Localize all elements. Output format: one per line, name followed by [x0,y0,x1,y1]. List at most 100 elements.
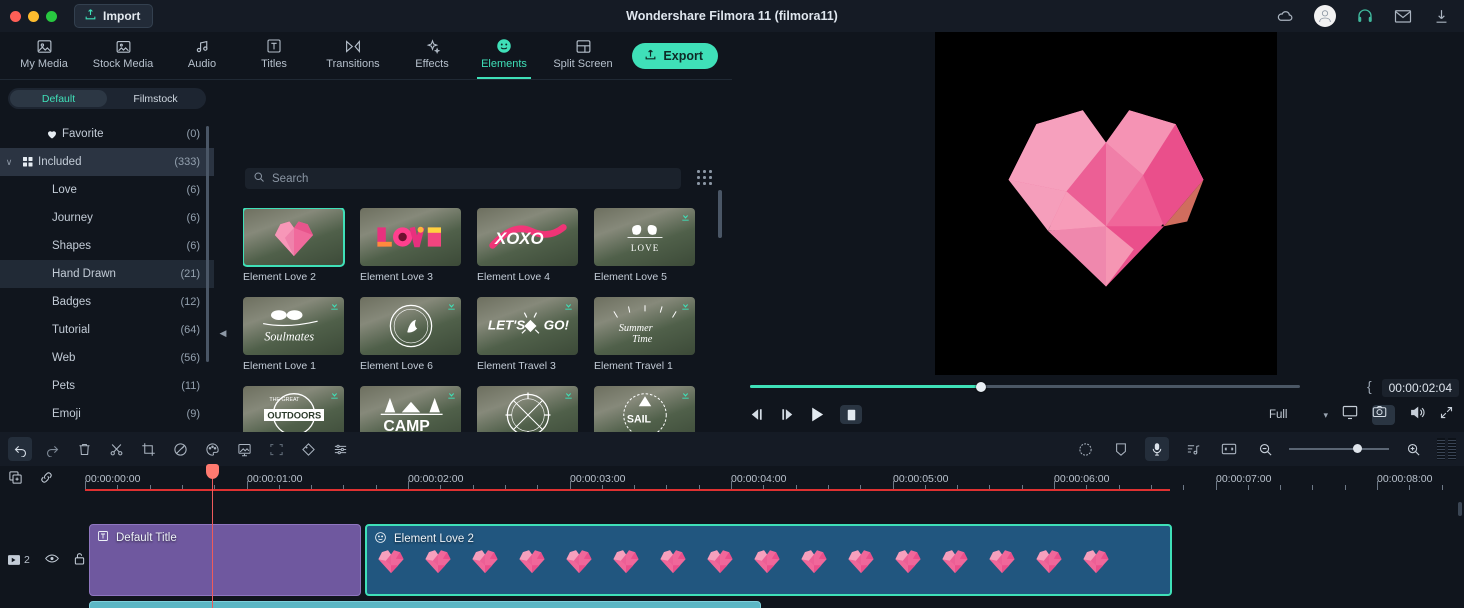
category-included[interactable]: ∨ Included (333) [0,148,214,176]
snapshot-icon[interactable] [1372,405,1395,425]
minimize-button[interactable] [28,10,39,22]
segment-filmstock[interactable]: Filmstock [107,90,204,107]
download-icon[interactable] [563,300,574,311]
download-icon[interactable] [329,389,340,400]
timeline-ruler[interactable]: 00:00:00:00 00:00:01:00 00:00:02:00 00:0… [85,466,1464,498]
download-icon[interactable] [680,389,691,400]
next-frame-button[interactable] [780,408,794,421]
collapse-panel-handle[interactable]: ◀ [218,325,228,341]
category-emoji[interactable]: Emoji (9) [0,400,214,428]
avatar[interactable] [1314,5,1336,27]
element-card[interactable]: LET'S GO! Element Travel 3 [477,297,578,372]
eye-icon[interactable] [44,553,59,567]
import-button[interactable]: Import [74,4,154,28]
timeline-clip-audio[interactable] [89,601,761,608]
audio-detach-icon[interactable] [1181,437,1205,461]
maximize-button[interactable] [46,10,57,22]
chevron-down-icon[interactable]: ▾ [1323,410,1328,421]
volume-icon[interactable] [1409,405,1425,425]
monitor-icon[interactable] [1342,405,1358,425]
stop-button[interactable] [840,405,862,424]
split-scissors-icon[interactable] [104,437,128,461]
headset-icon[interactable] [1356,7,1374,25]
playhead[interactable] [206,464,219,608]
unlock-icon[interactable] [74,552,85,568]
download-icon[interactable] [329,300,340,311]
element-card[interactable]: XOXO Element Love 4 [477,208,578,283]
preview-progress-bar[interactable] [750,381,1300,392]
category-favorite[interactable]: Favorite (0) [0,120,214,148]
element-card[interactable]: LOVE Element Love 5 [594,208,695,283]
category-tutorial[interactable]: Tutorial (64) [0,316,214,344]
cloud-icon[interactable] [1276,7,1294,25]
auto-reframe-icon[interactable] [264,437,288,461]
element-thumbnail[interactable]: LOVE [594,208,695,266]
preview-stage[interactable] [935,32,1277,375]
download-icon[interactable] [563,389,574,400]
element-card[interactable]: Element Love 3 [360,208,461,283]
search-input[interactable] [272,172,673,185]
element-thumbnail[interactable] [360,208,461,266]
category-badges[interactable]: Badges (12) [0,288,214,316]
download-icon[interactable] [680,300,691,311]
element-thumbnail[interactable]: XOXO [477,208,578,266]
fullscreen-icon[interactable] [1439,405,1454,425]
category-pets[interactable]: Pets (11) [0,372,214,400]
element-thumbnail[interactable]: Soulmates [243,297,344,355]
download-icon[interactable] [680,211,691,222]
crop-icon[interactable] [136,437,160,461]
element-thumbnail[interactable]: LET'S GO! [477,297,578,355]
category-hand-drawn[interactable]: Hand Drawn (21) [0,260,214,288]
grid-dots-icon[interactable] [697,170,713,186]
close-button[interactable] [10,10,21,22]
search-bar[interactable] [245,168,681,189]
download-icon[interactable] [446,300,457,311]
tab-transitions[interactable]: Transitions [310,32,396,80]
speed-icon[interactable] [168,437,192,461]
green-screen-icon[interactable] [232,437,256,461]
render-preview-icon[interactable] [1073,437,1097,461]
timeline-vertical-scrollbar[interactable] [1458,502,1462,516]
quality-dropdown[interactable]: Full [1269,409,1288,421]
download-icon[interactable] [446,389,457,400]
redo-icon[interactable] [40,437,64,461]
mark-in-button[interactable]: { [1367,378,1372,394]
prev-frame-button[interactable] [750,408,764,421]
link-icon[interactable] [39,470,54,490]
tab-split-screen[interactable]: Split Screen [540,32,626,80]
element-grid-scrollbar[interactable] [718,190,722,238]
element-card[interactable]: Element Love 6 [360,297,461,372]
record-voiceover-icon[interactable] [1145,437,1169,461]
mail-icon[interactable] [1394,7,1412,25]
category-scrollbar[interactable] [206,126,209,362]
color-palette-icon[interactable] [200,437,224,461]
zoom-slider-knob[interactable] [1353,444,1362,453]
element-card[interactable]: Summer Time Element Travel 1 [594,297,695,372]
zoom-out-icon[interactable] [1253,437,1277,461]
element-thumbnail[interactable] [360,297,461,355]
element-thumbnail[interactable] [243,208,345,267]
marker-icon[interactable] [1109,437,1133,461]
preview-progress-knob[interactable] [976,381,986,392]
element-card[interactable]: Soulmates Element Love 1 [243,297,344,372]
add-track-icon[interactable] [8,470,23,490]
undo-icon[interactable] [8,437,32,461]
category-love[interactable]: Love (6) [0,176,214,204]
tab-stock-media[interactable]: Stock Media [80,32,166,80]
element-card[interactable]: Element Love 2 [243,208,345,283]
tab-audio[interactable]: Audio [166,32,238,80]
zoom-in-icon[interactable] [1401,437,1425,461]
tab-my-media[interactable]: My Media [8,32,80,80]
category-web[interactable]: Web (56) [0,344,214,372]
download-icon[interactable] [1432,7,1450,25]
segment-default[interactable]: Default [10,90,107,107]
timeline-clip-default-title[interactable]: Default Title [89,524,361,596]
element-thumbnail[interactable]: Summer Time [594,297,695,355]
fit-timeline-icon[interactable] [1217,437,1241,461]
keyframe-icon[interactable] [296,437,320,461]
tab-effects[interactable]: Effects [396,32,468,80]
timeline-clip-element-love-2[interactable]: Element Love 2 [365,524,1172,596]
tab-titles[interactable]: Titles [238,32,310,80]
export-button[interactable]: Export [632,43,718,69]
chevron-down-icon[interactable]: ∨ [0,157,18,168]
